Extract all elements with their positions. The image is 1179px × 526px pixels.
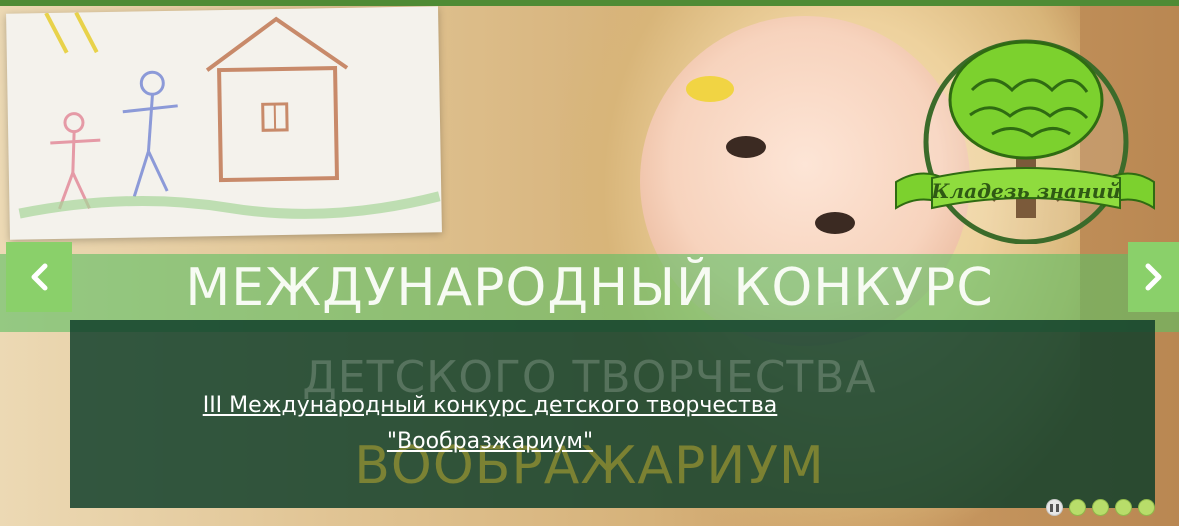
slider-next-button[interactable] — [1128, 242, 1179, 312]
site-logo[interactable]: Кладезь знаний — [892, 30, 1160, 245]
slide-headline-line1: МЕЖДУНАРОДНЫЙ КОНКУРС — [185, 258, 994, 318]
girl-eye-left — [726, 136, 766, 158]
chevron-right-icon — [1145, 263, 1161, 291]
brain-tree-logo-icon: Кладезь знаний — [895, 39, 1155, 245]
caption-line1: III Международный конкурс детского творч… — [202, 393, 778, 418]
drawing-illustration — [18, 11, 441, 219]
hero-slider: Кладезь знаний МЕЖДУНАРОДНЫЙ КОНКУРС ДЕТ… — [0, 0, 1179, 526]
slider-prev-button[interactable] — [6, 242, 72, 312]
logo-text: Кладезь знаний — [930, 179, 1120, 203]
slide-caption-link[interactable]: III Международный конкурс детского творч… — [90, 388, 890, 460]
slider-pagination — [1046, 499, 1155, 516]
chevron-left-icon — [31, 263, 48, 291]
slider-pause-button[interactable] — [1046, 499, 1063, 516]
hair-tie — [686, 76, 734, 102]
girl-eye-right — [815, 212, 855, 234]
caption-line2: "Вообразжариум" — [386, 429, 594, 454]
slider-dot[interactable] — [1069, 499, 1086, 516]
slider-dot[interactable] — [1138, 499, 1155, 516]
child-drawing — [6, 6, 442, 240]
slider-dot[interactable] — [1092, 499, 1109, 516]
slider-dot[interactable] — [1115, 499, 1132, 516]
